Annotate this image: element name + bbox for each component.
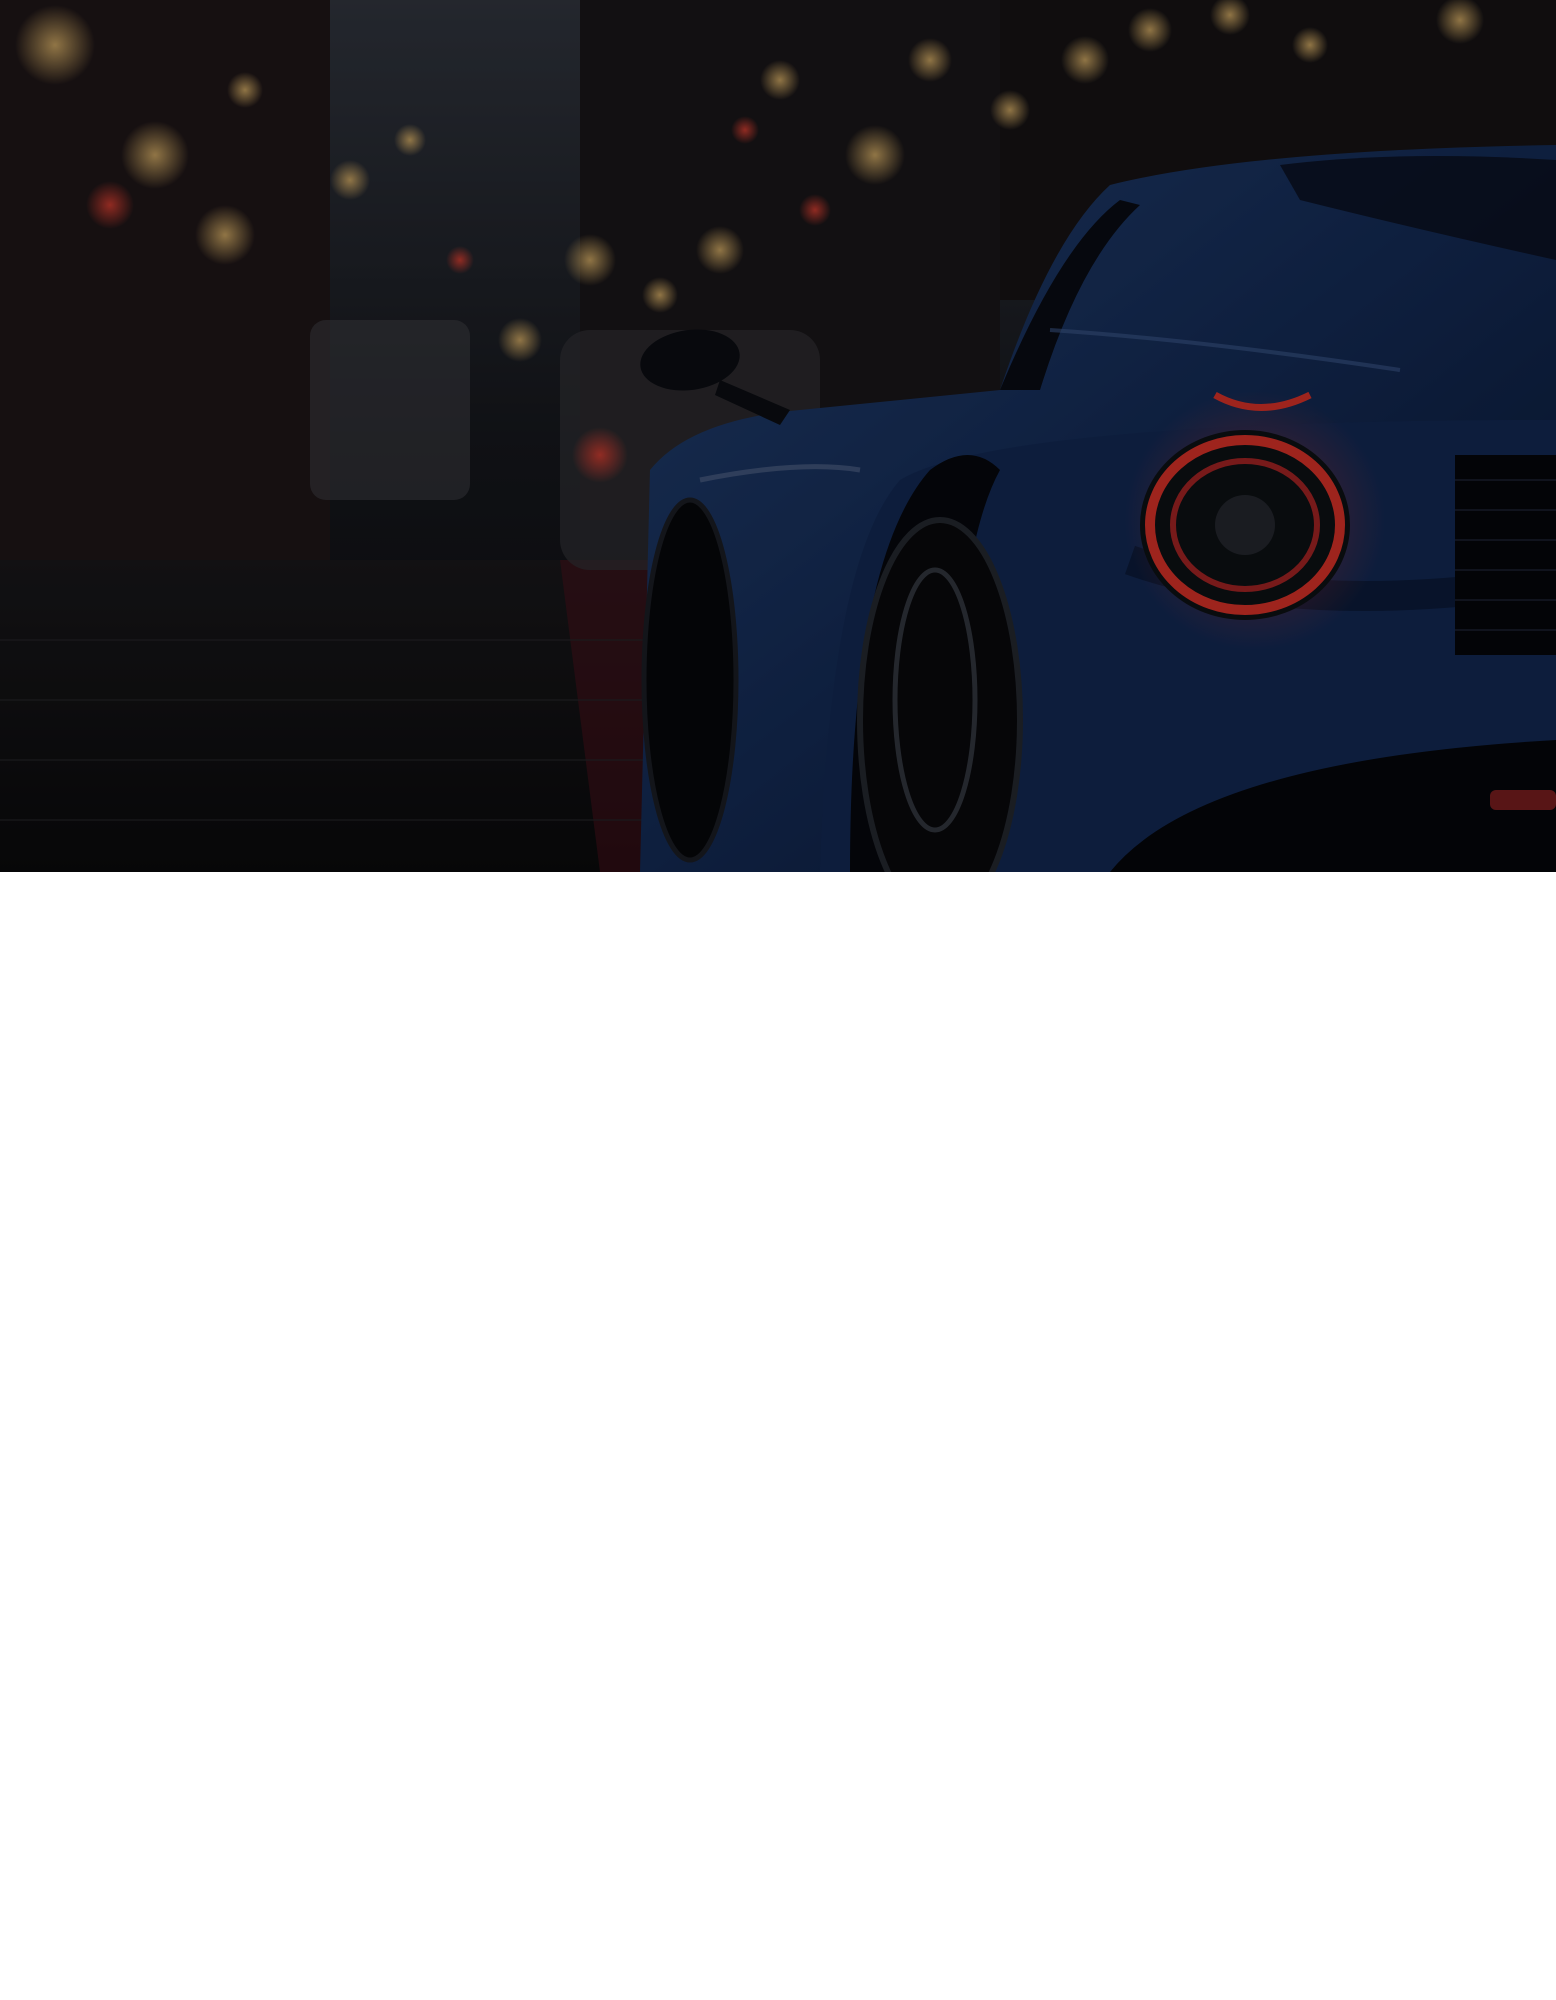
dark-overlay (0, 0, 1556, 872)
page (0, 0, 1556, 2000)
hero-image (0, 0, 1556, 872)
hero-photo-illustration (0, 0, 1556, 872)
content-area (0, 872, 1556, 2000)
